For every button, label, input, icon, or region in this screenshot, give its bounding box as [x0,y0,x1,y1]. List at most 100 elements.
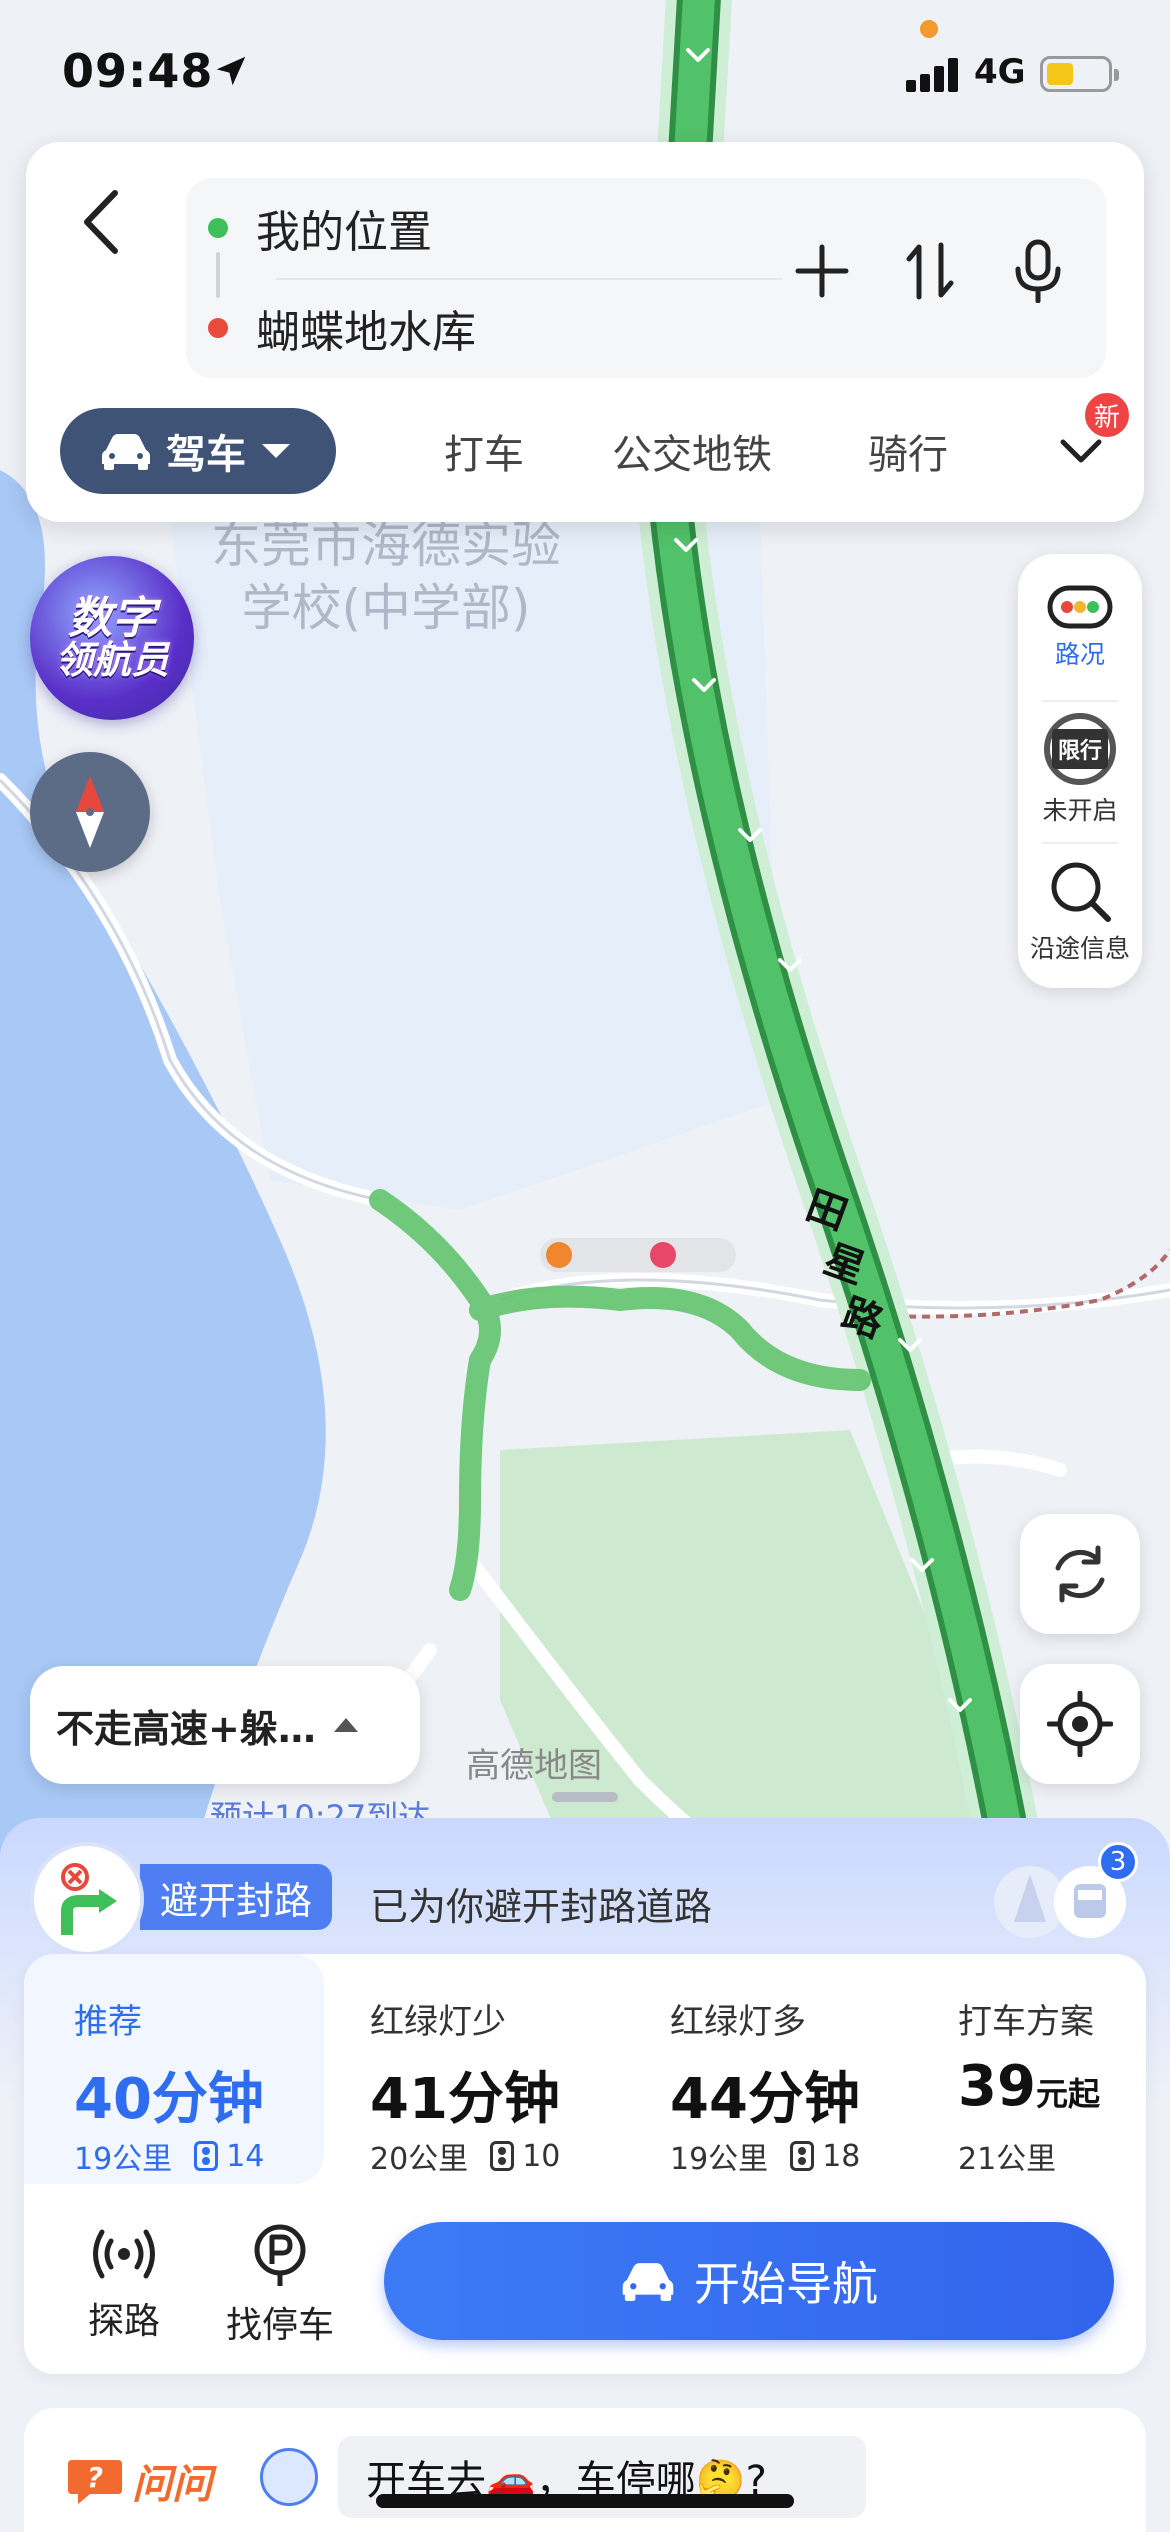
search-icon [1051,862,1111,922]
route-name: 推荐 [74,2002,142,2042]
route-lights: 14 [226,2138,265,2174]
route-actions [780,226,1080,316]
route-distance: 20公里 [370,2142,469,2177]
along-route-label: 沿途信息 [1029,934,1130,963]
traffic-label: 路况 [1054,640,1105,669]
destination-text: 蝴蝶地水库 [256,307,476,358]
refresh-icon [1055,1545,1105,1603]
sheet-drag-handle[interactable] [552,1792,618,1802]
network-label: 4G [974,52,1026,92]
swap-icon [906,242,954,300]
closure-details[interactable]: 3 [990,1842,1140,1940]
route-lights: 18 [822,2138,861,2174]
destination-field[interactable]: 蝴蝶地水库 [186,278,806,378]
navigator-line2: 领航员 [54,638,169,682]
traffic-light-icon [490,2141,515,2171]
route-duration: 41分钟 [370,2067,560,2132]
road-closure-banner[interactable]: 避开封路 已为你避开封路道路 3 [30,1838,1140,1958]
back-button[interactable] [66,172,136,272]
privacy-dot [920,20,938,38]
tab-cycling[interactable]: 骑行 [868,408,948,494]
poi-icon [650,1242,676,1268]
traffic-toggle[interactable]: 路况 [1018,560,1142,696]
route-endpoints: 我的位置 蝴蝶地水库 [186,178,1106,378]
chevron-up-icon [333,1718,358,1732]
ask-assistant-card[interactable]: ? 问问 开车去🚗，车停哪🤔? [24,2408,1146,2532]
route-distance: 19公里 [74,2142,173,2177]
tab-taxi[interactable]: 打车 [444,408,524,494]
place-label-line2: 学校(中学部) [241,578,531,637]
explore-button[interactable]: 探路 [64,2224,184,2354]
route-distance: 19公里 [670,2142,769,2177]
restriction-badge-text: 限行 [1051,729,1108,769]
traffic-icon [1047,585,1113,629]
home-indicator[interactable] [376,2494,794,2508]
closure-tag: 避开封路 [140,1864,333,1930]
tab-drive[interactable]: 驾车 [60,408,336,494]
place-label: 东莞市海德实验 学校(中学部) [176,514,596,639]
chat-question-icon: ? [68,2460,122,2504]
route-option-more-lights[interactable]: 红绿灯多 44分钟 19公里 18 [670,1954,940,2184]
taxi-distance: 21公里 [958,2142,1057,2177]
traffic-light-icon [194,2141,219,2171]
route-meta: 20公里 10 [370,2134,560,2178]
svg-text:?: ? [87,2461,103,2494]
route-option-recommended[interactable]: 推荐 40分钟 19公里 14 [24,1954,324,2184]
car-icon [102,434,150,470]
ask-logo: ? 问问 [66,2452,212,2510]
status-time: 09:48 [62,44,214,98]
back-icon [84,190,118,254]
locate-icon [1047,1691,1113,1757]
chevron-down-icon [262,444,290,458]
status-bar: 09:48 4G [0,0,1170,140]
digital-navigator-button[interactable]: 数字 领航员 [30,556,194,720]
closure-count-badge: 3 [1098,1842,1138,1882]
compass-icon [76,776,104,848]
add-icon [795,244,849,298]
start-navigation-button[interactable]: 开始导航 [384,2222,1114,2340]
taxi-price-unit: 元起 [1035,2075,1100,2113]
place-label-line1: 东莞市海德实验 [211,516,561,574]
car-icon [622,2263,674,2301]
radar-icon [93,2229,155,2279]
taxi-name: 打车方案 [958,2002,1094,2042]
road-closure-icon [30,1842,144,1956]
swap-button[interactable] [888,226,972,316]
explore-label: 探路 [87,2301,160,2342]
route-preference-label: 不走高速+躲… [56,1706,316,1751]
origin-field[interactable]: 我的位置 [186,178,806,278]
tab-transit[interactable]: 公交地铁 [612,408,772,494]
find-parking-button[interactable]: 找停车 [220,2224,340,2354]
route-search-card: 我的位置 蝴蝶地水库 驾车 打车 公交地铁 骑行 新 [26,142,1144,522]
restriction-label: 未开启 [1042,796,1118,825]
taxi-option[interactable]: 打车方案 39元起 21公里 [958,1954,1138,2184]
location-arrow-icon [216,56,246,86]
start-navigation-label: 开始导航 [694,2257,878,2311]
poi-chip[interactable] [540,1238,736,1272]
taxi-price-value: 39 [958,2054,1036,2119]
add-waypoint-button[interactable] [780,226,864,316]
chevron-down-icon [1060,439,1102,463]
along-route-info-button[interactable]: 沿途信息 [1018,844,1142,980]
more-modes-button[interactable]: 新 [1042,390,1132,490]
refresh-route-button[interactable] [1020,1514,1140,1634]
route-name: 红绿灯少 [370,2002,506,2042]
route-options-card: 推荐 40分钟 19公里 14 红绿灯少 41分钟 20公里 10 红绿灯多 4… [24,1954,1146,2374]
compass-button[interactable] [30,752,150,872]
map-tools-panel: 路况 限行 未开启 沿途信息 [1018,554,1142,988]
restriction-toggle[interactable]: 限行 未开启 [1018,702,1142,838]
route-duration: 40分钟 [74,2067,264,2132]
route-option-fewer-lights[interactable]: 红绿灯少 41分钟 20公里 10 [370,1954,640,2184]
voice-button[interactable] [996,226,1080,316]
find-parking-label: 找停车 [225,2305,334,2346]
locate-me-button[interactable] [1020,1664,1140,1784]
new-badge: 新 [1082,390,1132,440]
route-meta: 19公里 14 [74,2134,264,2178]
route-bottom-sheet: 避开封路 已为你避开封路道路 3 推荐 40分钟 19公里 14 红绿灯少 41… [0,1818,1170,2532]
taxi-price: 39元起 [958,2054,1100,2119]
parking-icon [254,2224,306,2286]
mic-icon [1015,239,1061,303]
route-preference-button[interactable]: 不走高速+躲… [30,1666,420,1784]
route-meta: 19公里 18 [670,2134,860,2178]
destination-dot-icon [208,318,228,338]
